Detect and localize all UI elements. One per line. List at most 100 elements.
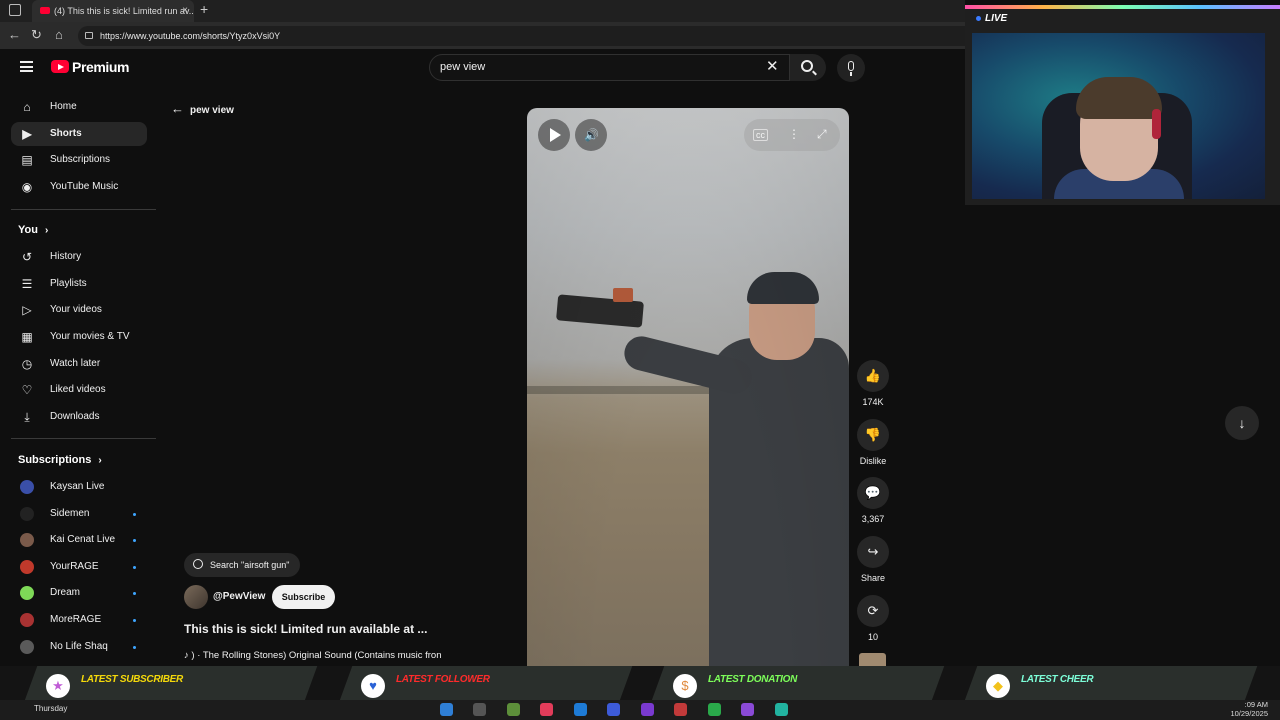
youtube-music-icon: ◉: [21, 180, 33, 194]
windows-taskbar: Thursday :09 AM 10/29/2025: [0, 700, 1280, 720]
app-icon[interactable]: [774, 703, 788, 716]
sidebar-item-liked-videos[interactable]: ♡ Liked videos: [11, 378, 147, 402]
webcam-accent-bar: [965, 5, 1280, 9]
taskbar-time: :09 AM: [1244, 700, 1268, 709]
start-icon[interactable]: [440, 703, 453, 716]
short-title[interactable]: This this is sick! Limited run available…: [184, 622, 427, 636]
subscription-item[interactable]: MoreRAGE: [11, 608, 147, 632]
subscribe-button[interactable]: Subscribe: [272, 585, 335, 609]
taskbar-clock[interactable]: :09 AM 10/29/2025: [1230, 700, 1268, 718]
sound-info[interactable]: ♪ ) · The Rolling Stones) Original Sound…: [184, 650, 442, 661]
back-to-search-link[interactable]: ← pew view: [171, 101, 234, 116]
comments-icon[interactable]: 💬: [857, 477, 889, 510]
sidebar-item-label: Liked videos: [50, 384, 106, 395]
you-section-title[interactable]: You ›: [18, 224, 48, 236]
new-tab-button[interactable]: +: [200, 1, 208, 17]
sidebar-item-label: Home: [50, 101, 77, 112]
video-overlay: [527, 108, 849, 666]
sidebar-item-youtube-music[interactable]: ◉ YouTube Music: [11, 175, 147, 199]
sidebar-item-home[interactable]: ⌂ Home: [11, 95, 147, 119]
sidebar-item-playlists[interactable]: ☰ Playlists: [11, 272, 147, 296]
headset-shape: [1152, 109, 1161, 139]
subscription-item[interactable]: Sidemen: [11, 502, 147, 526]
fullscreen-icon[interactable]: ⤢: [817, 127, 827, 142]
subscription-name: YourRAGE: [50, 560, 99, 572]
subscription-name: Kaysan Live: [50, 481, 105, 492]
webcam-overlay: LIVE: [965, 5, 1280, 205]
volume-button[interactable]: 🔊: [575, 119, 607, 151]
sidebar-item-shorts[interactable]: ▶ Shorts: [11, 122, 147, 146]
subscription-item[interactable]: Dream: [11, 581, 147, 605]
new-content-dot: [133, 512, 136, 516]
sidebar-item-movies[interactable]: ▦ Your movies & TV: [11, 325, 147, 349]
subscription-item[interactable]: Kai Cenat Live: [11, 528, 147, 552]
remix-icon[interactable]: ⟳: [857, 594, 889, 627]
channel-name[interactable]: @PewView: [213, 591, 265, 602]
dislike-action[interactable]: 👎 Dislike: [856, 418, 890, 466]
music-app-icon[interactable]: [540, 703, 554, 716]
home-icon: ⌂: [23, 100, 31, 114]
sidebar-item-history[interactable]: ↺ History: [11, 245, 147, 269]
voice-search-button[interactable]: [837, 54, 865, 82]
youtube-logo-icon[interactable]: [51, 60, 69, 73]
like-icon[interactable]: 👍: [857, 360, 889, 392]
search-taskbar-icon[interactable]: [473, 703, 487, 716]
subscription-item[interactable]: No Life Shaq: [11, 635, 147, 659]
subscription-name: Kai Cenat Live: [50, 534, 116, 546]
action-label: 10: [867, 631, 878, 642]
app-icon[interactable]: [506, 703, 520, 716]
close-tab-icon[interactable]: ×: [182, 0, 188, 22]
browser-tab[interactable]: (4) This this is sick! Limited run av...…: [32, 0, 194, 22]
dollar-icon: $: [673, 674, 697, 698]
home-nav-icon[interactable]: ⌂: [55, 27, 63, 42]
short-video-player[interactable]: 🔊 cc ⋮ ⤢: [527, 108, 849, 666]
app-icon[interactable]: [707, 703, 721, 716]
app-icon[interactable]: [640, 703, 654, 716]
back-icon[interactable]: ←: [8, 27, 21, 42]
play-button[interactable]: [538, 119, 570, 151]
sidebar-item-downloads[interactable]: ⤓ Downloads: [11, 405, 147, 429]
live-label: LIVE: [985, 13, 1008, 24]
remix-action[interactable]: ⟳ 10: [856, 594, 890, 642]
channel-avatar[interactable]: [184, 585, 208, 609]
next-short-button[interactable]: ↓: [1225, 406, 1259, 440]
subscriptions-section-title[interactable]: Subscriptions ›: [18, 454, 102, 466]
hamburger-menu-icon[interactable]: [20, 61, 33, 72]
channel-avatar-icon: [20, 639, 34, 654]
dislike-icon[interactable]: 👎: [857, 418, 889, 451]
browser-nav-bar: ← ↻ ⌂ https://www.youtube.com/shorts/Yty…: [0, 22, 965, 49]
sidebar-item-watch-later[interactable]: ◷ Watch later: [11, 352, 147, 376]
comments-action[interactable]: 💬 3,367: [856, 477, 890, 524]
sidebar-item-label: Watch later: [50, 358, 101, 369]
volume-icon: 🔊: [584, 128, 599, 142]
subscription-item[interactable]: Kaysan Live: [11, 475, 147, 499]
search-input[interactable]: pew view: [429, 54, 790, 81]
edge-icon[interactable]: [573, 703, 587, 716]
address-bar[interactable]: https://www.youtube.com/shorts/Ytyz0xVsi…: [78, 26, 965, 46]
watch-later-icon: ◷: [21, 357, 33, 371]
app-icon[interactable]: [607, 703, 621, 716]
twitch-icon[interactable]: [741, 703, 755, 716]
like-action[interactable]: 👍 174K: [856, 360, 890, 407]
captions-icon[interactable]: cc: [753, 129, 768, 141]
clear-search-icon[interactable]: ✕: [766, 58, 779, 76]
logo-text[interactable]: Premium: [72, 59, 130, 75]
action-label: 3,367: [861, 514, 885, 525]
sound-thumbnail[interactable]: [859, 653, 886, 666]
search-button[interactable]: [790, 54, 826, 81]
share-icon[interactable]: ↪: [857, 536, 889, 569]
subscription-name: MoreRAGE: [50, 614, 102, 625]
channel-avatar-icon: [20, 506, 34, 521]
sidebar-item-subscriptions[interactable]: ▤ Subscriptions: [11, 148, 147, 172]
reload-icon[interactable]: ↻: [31, 27, 42, 43]
window-menu-icon[interactable]: [9, 4, 21, 16]
sidebar-item-label: Subscriptions: [50, 154, 111, 165]
sidebar-item-your-videos[interactable]: ▷ Your videos: [11, 298, 147, 322]
app-icon[interactable]: [674, 703, 688, 716]
more-options-icon[interactable]: ⋮: [788, 127, 800, 141]
diamond-icon: ◆: [986, 674, 1010, 698]
youtube-header: Premium pew view ✕: [0, 49, 965, 87]
share-action[interactable]: ↪ Share: [856, 536, 890, 583]
subscription-item[interactable]: YourRAGE: [11, 555, 147, 579]
related-search-chip[interactable]: Search "airsoft gun": [184, 553, 301, 577]
